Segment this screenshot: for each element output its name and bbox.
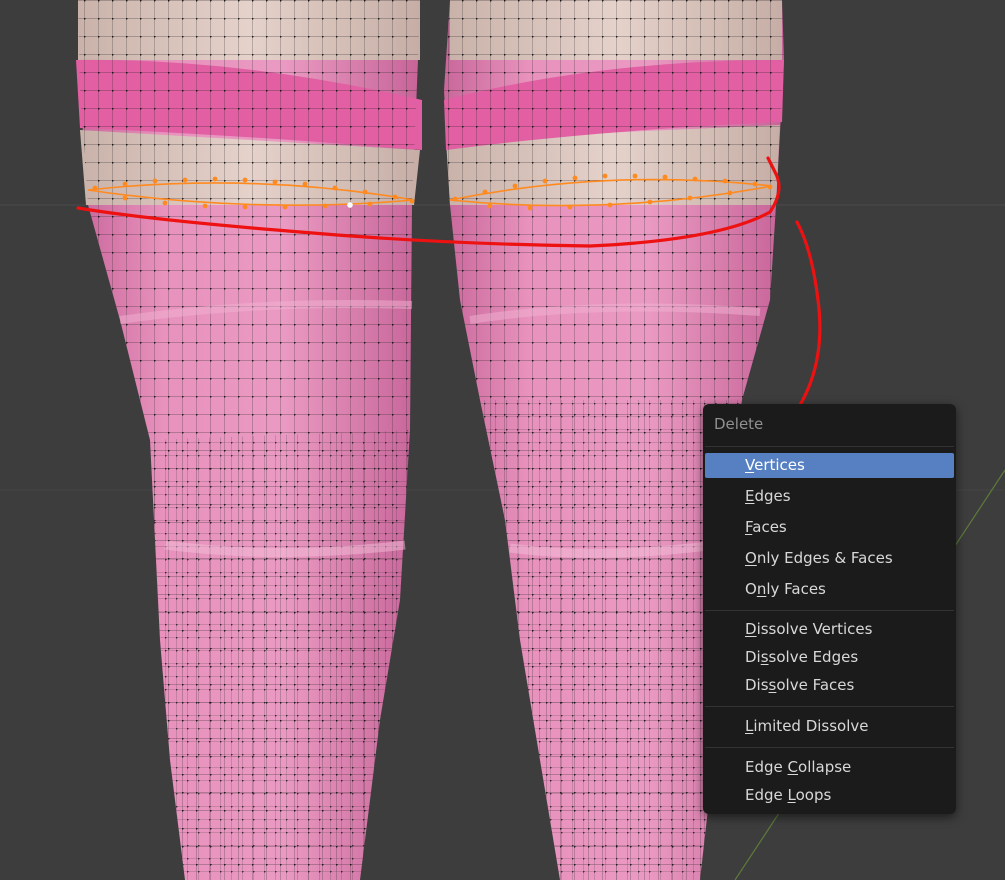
menu-item-dissolve-faces[interactable]: Dissolve Faces: [705, 673, 954, 698]
delete-menu: Delete Vertices Edges Faces Only Edges &…: [703, 404, 956, 814]
menu-item-vertices[interactable]: Vertices: [705, 453, 954, 478]
delete-menu-title: Delete: [714, 415, 764, 433]
menu-item-dissolve-edges[interactable]: Dissolve Edges: [705, 645, 954, 670]
menu-item-edge-collapse[interactable]: Edge Collapse: [705, 755, 954, 780]
menu-separator: [705, 610, 954, 611]
menu-item-dissolve-vertices[interactable]: Dissolve Vertices: [705, 617, 954, 642]
menu-separator: [705, 446, 954, 447]
menu-item-edges[interactable]: Edges: [705, 484, 954, 509]
menu-item-only-faces[interactable]: Only Faces: [705, 577, 954, 602]
menu-item-edge-loops[interactable]: Edge Loops: [705, 783, 954, 808]
3d-viewport[interactable]: Delete Vertices Edges Faces Only Edges &…: [0, 0, 1005, 880]
menu-item-only-edges-faces[interactable]: Only Edges & Faces: [705, 546, 954, 571]
menu-separator: [705, 747, 954, 748]
menu-separator: [705, 706, 954, 707]
menu-item-limited-dissolve[interactable]: Limited Dissolve: [705, 714, 954, 739]
menu-item-vertices-rest: ertices: [754, 456, 805, 474]
left-leg-mesh: [76, 0, 422, 880]
menu-item-faces[interactable]: Faces: [705, 515, 954, 540]
